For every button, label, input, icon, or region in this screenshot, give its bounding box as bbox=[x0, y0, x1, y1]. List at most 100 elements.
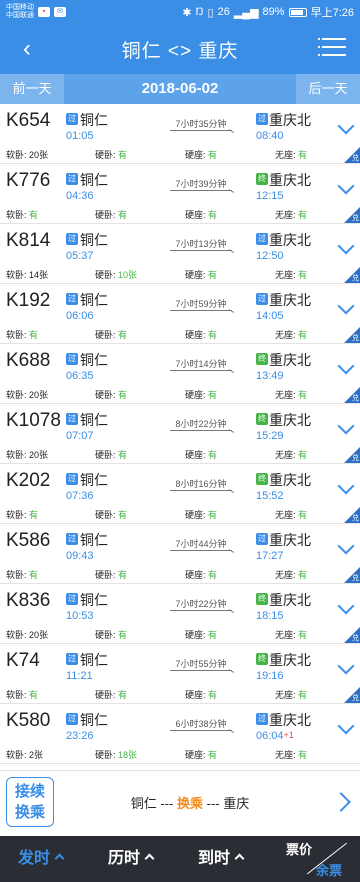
hard-seat: 硬座: 有 bbox=[185, 388, 217, 401]
soft-sleeper: 软卧: 有 bbox=[6, 688, 38, 701]
arrival-time-wrap: 06:04+1 bbox=[256, 730, 294, 742]
seat-value: 有 bbox=[298, 690, 308, 700]
hard-seat: 硬座: 有 bbox=[185, 268, 217, 281]
arrival-time: 18:15 bbox=[256, 610, 284, 622]
next-day-button[interactable]: 后一天 bbox=[296, 74, 360, 104]
seat-label: 硬卧: bbox=[95, 690, 119, 700]
hard-sleeper: 硬卧: 有 bbox=[95, 508, 127, 521]
sort-duration-tab[interactable]: 历时 bbox=[108, 836, 155, 882]
seat-label: 硬座: bbox=[185, 750, 209, 760]
seat-value: 有 bbox=[208, 510, 218, 520]
seat-value: 有 bbox=[208, 330, 218, 340]
seat-value: 20张 bbox=[29, 450, 49, 460]
arrival-time: 12:15 bbox=[256, 190, 284, 202]
hard-sleeper: 硬卧: 18张 bbox=[95, 748, 137, 761]
seat-label: 硬座: bbox=[185, 690, 209, 700]
chevron-down-icon[interactable] bbox=[337, 597, 355, 615]
chevron-down-icon[interactable] bbox=[337, 417, 355, 435]
sort-depart-tab[interactable]: 发时 bbox=[18, 836, 65, 882]
train-row[interactable]: K74 过铜仁 11:21 7小时55分钟终重庆北 19:16 软卧: 有硬卧: 有硬座:… bbox=[0, 644, 360, 704]
sort-depart-label: 发时 bbox=[18, 850, 51, 867]
current-date[interactable]: 2018-06-02 bbox=[64, 74, 296, 104]
chevron-right-icon[interactable] bbox=[331, 792, 351, 812]
seat-value: 有 bbox=[208, 630, 218, 640]
train-row[interactable]: K580 过铜仁 23:26 6小时38分钟过重庆北 06:04+1 软卧: 2张 硬卧: … bbox=[0, 704, 360, 764]
seat-value: 有 bbox=[298, 390, 308, 400]
arrival-tag: 过 bbox=[256, 713, 268, 725]
chevron-down-icon[interactable] bbox=[337, 537, 355, 555]
pass-tag: 过 bbox=[66, 113, 78, 125]
train-row[interactable]: K836 过铜仁 10:53 7小时22分钟 终重庆北 18:15 软卧: 20张 硬卧: 有… bbox=[0, 584, 360, 644]
hard-seat: 硬座: 有 bbox=[185, 508, 217, 521]
soft-sleeper: 软卧: 有 bbox=[6, 508, 38, 521]
prev-day-button[interactable]: 前一天 bbox=[0, 74, 64, 104]
seat-value: 有 bbox=[298, 270, 308, 280]
arrival-tag: 终 bbox=[256, 413, 268, 425]
bluetooth-icon: ✱ bbox=[182, 6, 192, 19]
seat-label: 无座: bbox=[275, 450, 299, 460]
train-row[interactable]: K654 过铜仁 01:05 7小时35分钟过重庆北 08:40 软卧: 20张 硬卧: 有… bbox=[0, 104, 360, 164]
chevron-down-icon[interactable] bbox=[337, 297, 355, 315]
price-remaining-tab[interactable]: 票价 余票 bbox=[280, 836, 360, 882]
transfer-to: 重庆 bbox=[223, 796, 250, 811]
seat-label: 无座: bbox=[275, 570, 299, 580]
seat-value: 有 bbox=[118, 390, 128, 400]
transfer-badge-line1: 接续 bbox=[14, 783, 45, 800]
train-number: K688 bbox=[6, 350, 51, 371]
chevron-down-icon[interactable] bbox=[337, 177, 355, 195]
chevron-down-icon[interactable] bbox=[337, 237, 355, 255]
chevron-down-icon[interactable] bbox=[337, 657, 355, 675]
seat-label: 无座: bbox=[275, 390, 299, 400]
train-number: K836 bbox=[6, 590, 51, 611]
arrival-time-wrap: 13:49 bbox=[256, 370, 284, 382]
signal-icon: ▂▄▆ bbox=[233, 6, 259, 19]
departure-time: 06:35 bbox=[66, 370, 94, 382]
travel-duration: 7小时22分钟 bbox=[170, 598, 232, 611]
chevron-down-icon[interactable] bbox=[337, 477, 355, 495]
train-number: K814 bbox=[6, 230, 51, 251]
seat-value: 有 bbox=[29, 330, 39, 340]
departure-station: 铜仁 bbox=[80, 352, 108, 368]
train-row[interactable]: K192 过铜仁 06:06 7小时59分钟过重庆北 14:05 软卧: 有硬卧: 有硬座… bbox=[0, 284, 360, 344]
chevron-down-icon[interactable] bbox=[337, 717, 355, 735]
arrival-time: 13:49 bbox=[256, 370, 284, 382]
exchange-corner-label: 兑 bbox=[352, 155, 359, 162]
seat-label: 软卧: bbox=[6, 570, 30, 580]
arrival-station: 重庆北 bbox=[269, 712, 311, 728]
seat-label: 硬座: bbox=[185, 390, 209, 400]
arrival-tag: 过 bbox=[256, 533, 268, 545]
arrival-tag: 终 bbox=[256, 653, 268, 665]
exchange-corner-label: 兑 bbox=[352, 335, 359, 342]
train-row[interactable]: K202 过铜仁 07:36 8小时16分钟终重庆北 15:52 软卧: 有硬卧: 有硬座… bbox=[0, 464, 360, 524]
chevron-down-icon[interactable] bbox=[337, 117, 355, 135]
sort-arrive-tab[interactable]: 到时 bbox=[198, 836, 245, 882]
train-row[interactable]: K1078 过铜仁 07:07 8小时22分钟 终重庆北 15:29 软卧: 20张 硬卧: … bbox=[0, 404, 360, 464]
hard-sleeper: 硬卧: 有 bbox=[95, 328, 127, 341]
pass-tag: 过 bbox=[66, 413, 78, 425]
price-label: 票价 bbox=[286, 842, 313, 857]
seat-value: 有 bbox=[118, 510, 128, 520]
caret-up-icon bbox=[144, 853, 155, 864]
no-seat: 无座: 有 bbox=[275, 268, 307, 281]
seat-value: 有 bbox=[29, 210, 39, 220]
hard-sleeper: 硬卧: 有 bbox=[95, 628, 127, 641]
train-row[interactable]: K688 过铜仁 06:35 7小时14分钟 终重庆北 13:49 软卧: 20张 硬卧: 有… bbox=[0, 344, 360, 404]
seat-value: 有 bbox=[298, 150, 308, 160]
arrival-time-wrap: 14:05 bbox=[256, 310, 284, 322]
no-seat: 无座: 有 bbox=[275, 388, 307, 401]
arrival-station: 重庆北 bbox=[269, 652, 311, 668]
menu-icon[interactable] bbox=[318, 38, 346, 60]
hard-sleeper: 硬卧: 有 bbox=[95, 448, 127, 461]
arrival-station: 重庆北 bbox=[269, 352, 311, 368]
train-row[interactable]: K814 过铜仁 05:37 7小时13分钟过重庆北 12:50 软卧: 14张 硬卧: 1… bbox=[0, 224, 360, 284]
seat-label: 软卧: bbox=[6, 150, 30, 160]
chevron-down-icon[interactable] bbox=[337, 357, 355, 375]
seat-value: 2张 bbox=[29, 750, 44, 760]
train-row[interactable]: K586 过铜仁 09:43 7小时44分钟过重庆北 17:27 软卧: 有硬卧: 有硬座… bbox=[0, 524, 360, 584]
back-arrow-icon[interactable]: ‹ bbox=[12, 34, 42, 64]
arrival-time: 17:27 bbox=[256, 550, 284, 562]
train-row[interactable]: K776 过铜仁 04:36 7小时39分钟终重庆北 12:15 软卧: 有硬卧: 有硬座… bbox=[0, 164, 360, 224]
soft-sleeper: 软卧: 2张 bbox=[6, 748, 43, 761]
seat-value: 有 bbox=[208, 570, 218, 580]
departure-time: 01:05 bbox=[66, 130, 94, 142]
